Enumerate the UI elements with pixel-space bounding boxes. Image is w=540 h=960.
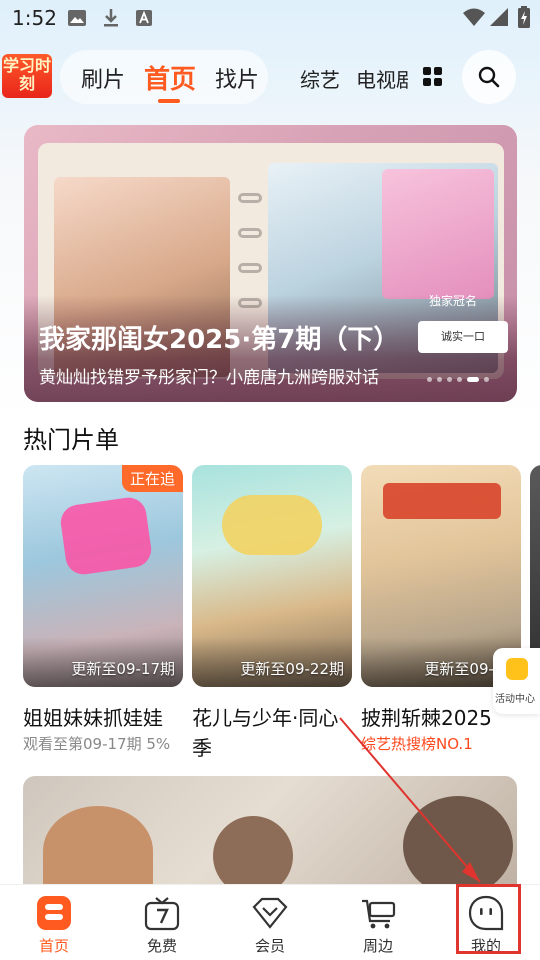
carousel-dot bbox=[484, 377, 489, 382]
tab-bar-merch[interactable]: 周边 bbox=[324, 885, 432, 960]
tab-bar-label: 首页 bbox=[38, 937, 69, 955]
card-title[interactable]: 姐姐妹妹抓娃娃 bbox=[23, 702, 163, 731]
section-title-hot-list: 热门片单 bbox=[23, 426, 119, 454]
card-art-title bbox=[58, 495, 154, 577]
banner-title: 我家那闺女2025·第7期（下） bbox=[39, 325, 400, 355]
banner-photo-pink bbox=[382, 169, 494, 299]
carousel-dot bbox=[447, 377, 452, 382]
active-tab-indicator bbox=[158, 99, 180, 103]
tab-zhaopian[interactable]: 找片 bbox=[215, 62, 259, 94]
card-progress: 观看至第09-17期 5% bbox=[23, 735, 171, 753]
battery-icon bbox=[518, 6, 530, 28]
activity-icon bbox=[506, 658, 528, 680]
sponsor-badge: 诚实一口 bbox=[418, 321, 508, 353]
tab-bar-label: 周边 bbox=[362, 937, 393, 955]
annotation-arrow bbox=[339, 717, 481, 883]
tab-bar-label: 免费 bbox=[146, 937, 177, 955]
cart-icon bbox=[362, 899, 396, 929]
hero-banner[interactable]: 独家冠名 诚实一口 我家那闺女2025·第7期（下） 黄灿灿找错罗予彤家门？小鹿… bbox=[24, 125, 517, 402]
card-update-label: 更新至09-22期 bbox=[240, 660, 344, 678]
category-grid-icon[interactable] bbox=[423, 67, 443, 87]
tab-tv-series[interactable]: 电视剧 bbox=[356, 64, 408, 93]
search-icon bbox=[478, 66, 500, 88]
download-icon bbox=[104, 9, 118, 27]
banner-subtitle: 黄灿灿找错罗予彤家门？小鹿唐九洲跨服对话 bbox=[39, 368, 379, 388]
signal-icon bbox=[490, 8, 508, 26]
carousel-dot bbox=[457, 377, 462, 382]
carousel-dot bbox=[427, 377, 432, 382]
show-card[interactable]: 正在追 更新至09-17期 bbox=[23, 465, 183, 687]
home-icon bbox=[37, 896, 71, 930]
card-art-title bbox=[222, 495, 322, 555]
search-button[interactable] bbox=[462, 50, 516, 104]
tab-variety[interactable]: 综艺 bbox=[300, 64, 340, 93]
tab-bar-label: 会员 bbox=[254, 937, 285, 955]
tab-bar-vip[interactable]: 会员 bbox=[216, 885, 324, 960]
vip-diamond-icon bbox=[252, 897, 288, 929]
carousel-dot bbox=[437, 377, 442, 382]
status-time: 1:52 bbox=[12, 6, 57, 30]
wifi-icon bbox=[463, 8, 485, 26]
tab-home[interactable]: 首页 bbox=[144, 59, 196, 96]
tv-free-icon bbox=[144, 897, 180, 931]
card-update-label: 更新至09-17期 bbox=[71, 660, 175, 678]
banner-sponsor-tag: 独家冠名 bbox=[429, 294, 478, 308]
app-logo[interactable]: 学习时刻 bbox=[2, 54, 52, 98]
feed-figure-mid bbox=[213, 816, 293, 886]
show-card[interactable]: 更新至09-22期 bbox=[192, 465, 352, 687]
activity-center-button[interactable]: 活动中心 bbox=[493, 648, 540, 714]
card-title[interactable]: 花儿与少年·同心 bbox=[192, 702, 338, 731]
carousel-dot-active bbox=[467, 377, 479, 382]
annotation-highlight-box bbox=[456, 884, 521, 954]
font-a-icon bbox=[136, 10, 152, 26]
tab-bar-home[interactable]: 首页 bbox=[0, 885, 108, 960]
card-art-title bbox=[383, 483, 501, 519]
status-bar: 1:52 bbox=[0, 0, 540, 36]
activity-center-label: 活动中心 bbox=[495, 694, 535, 705]
following-badge: 正在追 bbox=[121, 465, 183, 492]
tab-bar-free[interactable]: 免费 bbox=[108, 885, 216, 960]
image-notification-icon bbox=[68, 10, 86, 26]
tab-shuapian[interactable]: 刷片 bbox=[81, 62, 125, 94]
feed-figure-left bbox=[43, 806, 153, 886]
card-title-line2[interactable]: 季 bbox=[192, 732, 212, 761]
